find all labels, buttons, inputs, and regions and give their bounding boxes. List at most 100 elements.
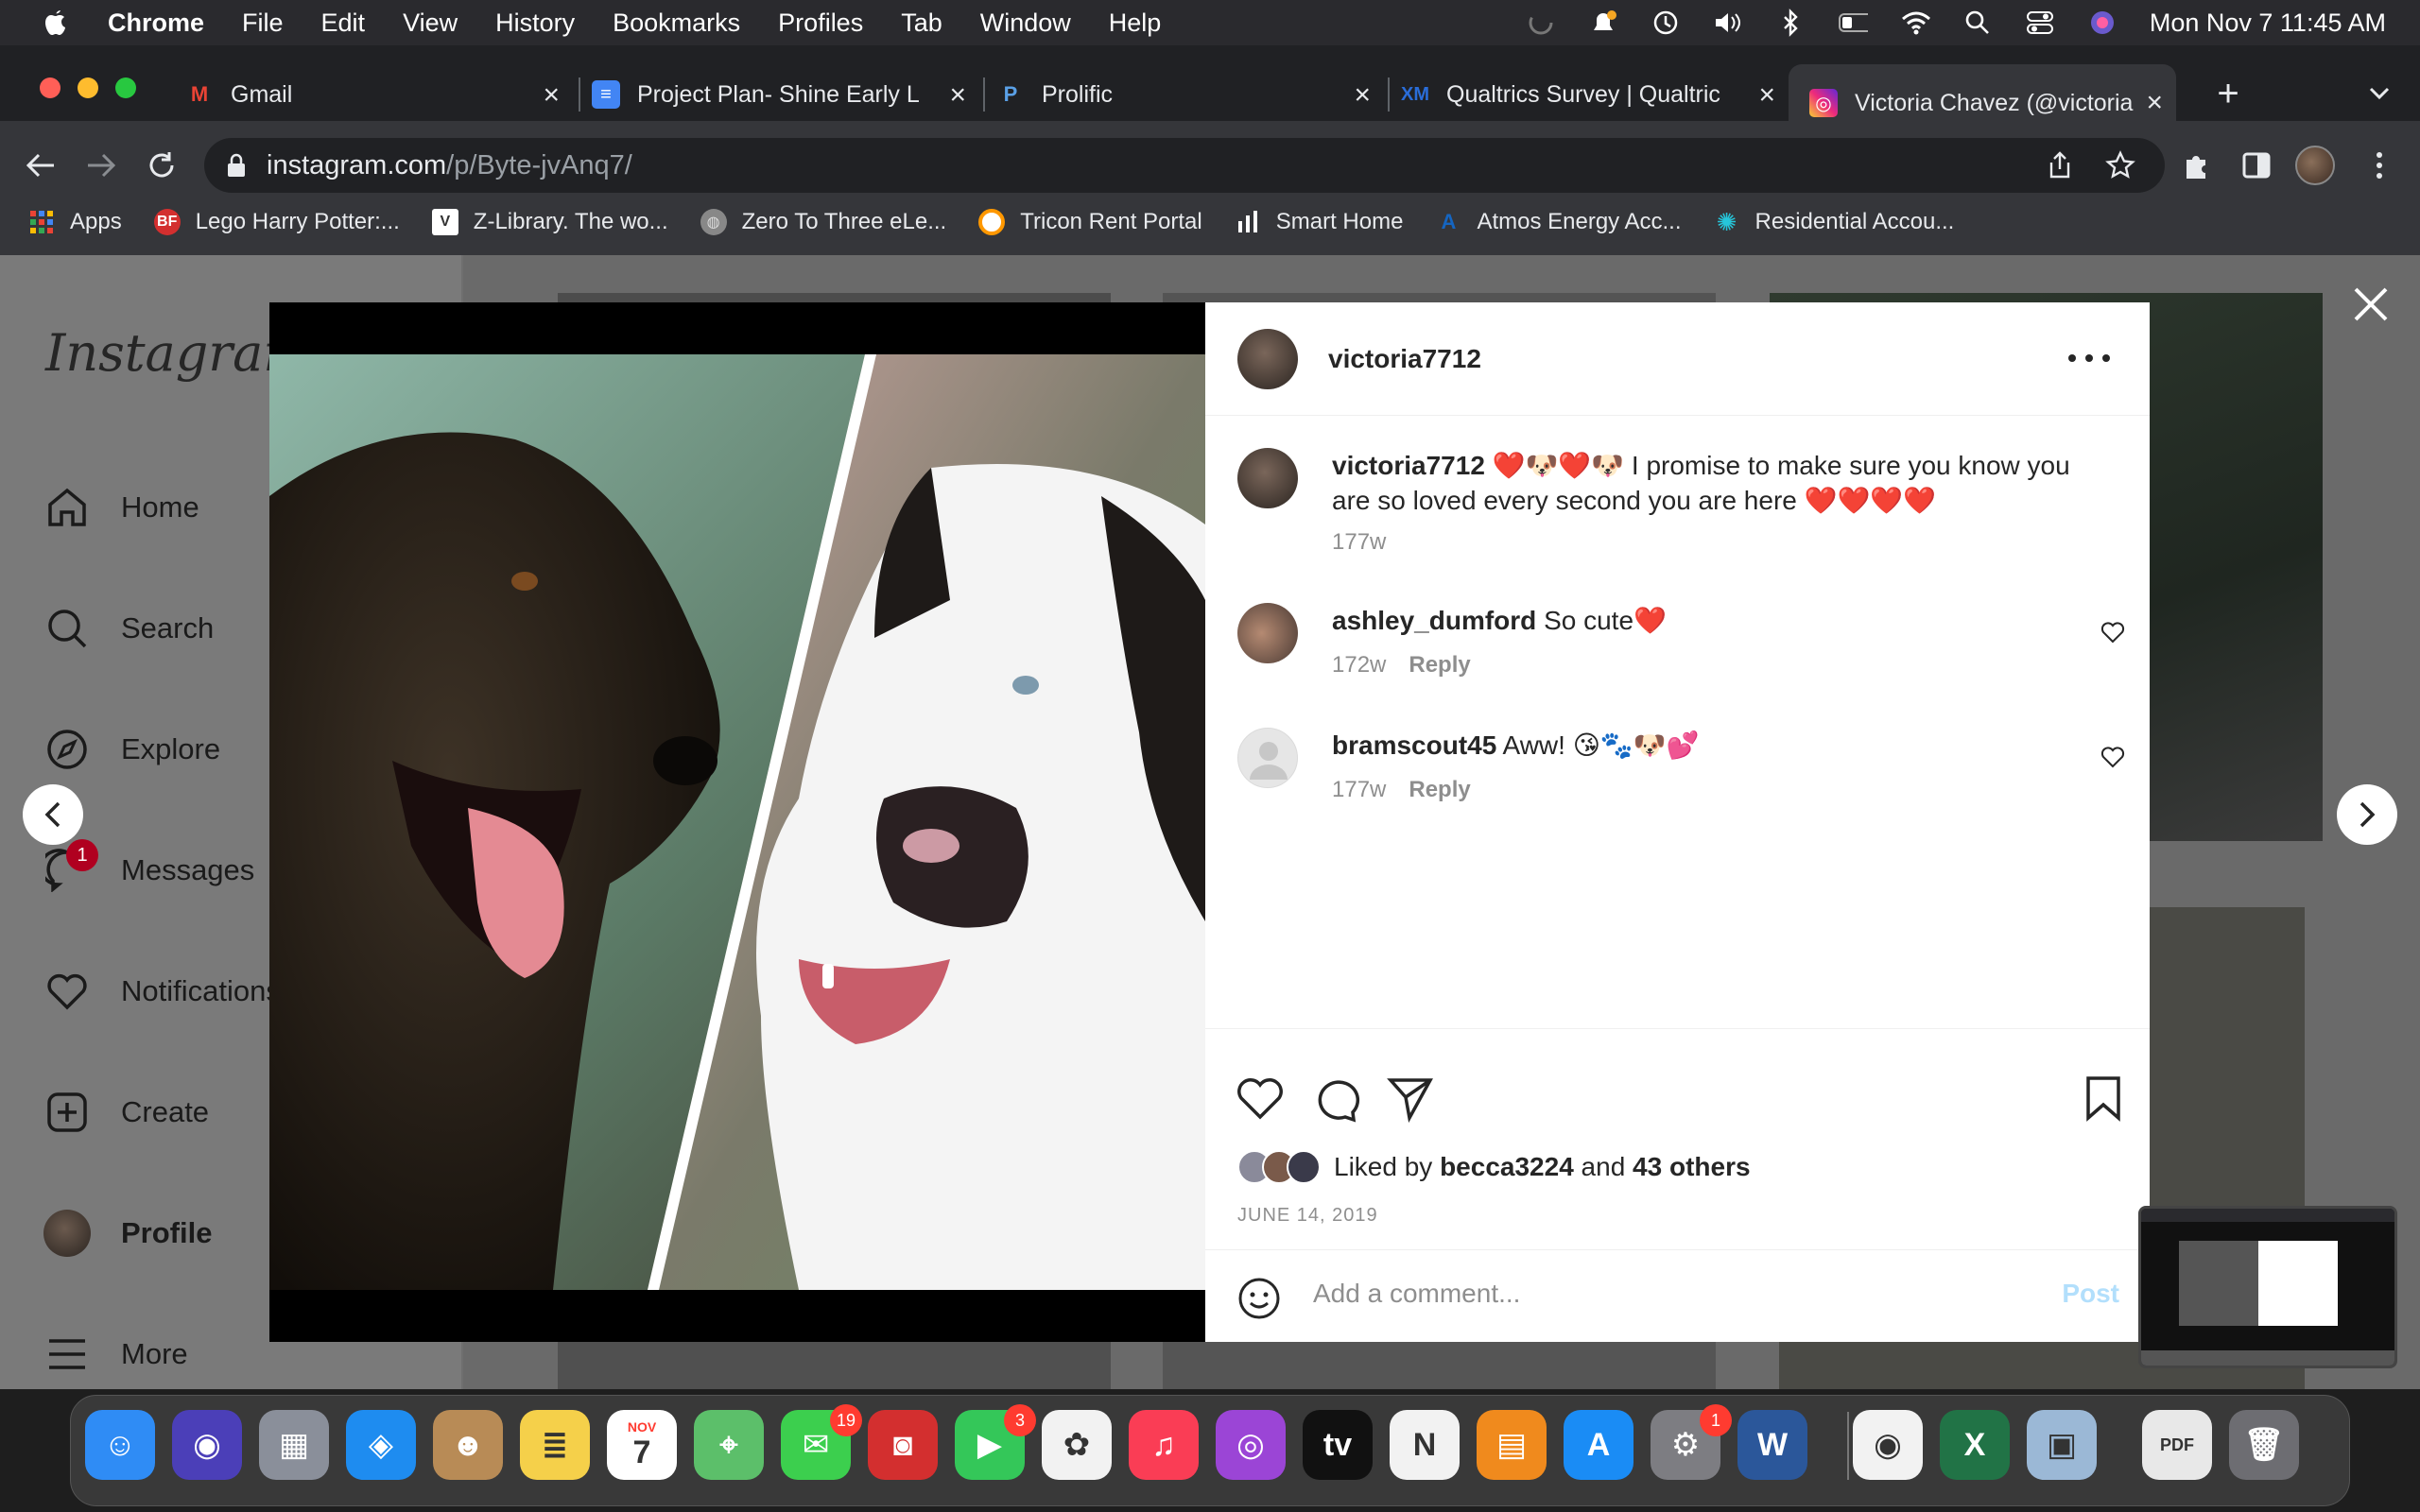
comment-age[interactable]: 177w — [1332, 777, 1386, 803]
dock-trash-icon[interactable]: 🗑 — [2229, 1410, 2299, 1480]
dock-preview-icon[interactable]: ▣ — [2027, 1410, 2097, 1480]
side-panel-icon[interactable] — [2235, 144, 2278, 187]
comment-age[interactable]: 172w — [1332, 652, 1386, 679]
next-post-arrow-icon[interactable] — [2337, 784, 2397, 845]
lock-icon[interactable] — [225, 152, 248, 179]
back-arrow-icon[interactable] — [19, 144, 62, 187]
like-comment-heart-icon[interactable] — [2100, 745, 2125, 769]
dock-maps-icon[interactable]: ⌖ — [694, 1410, 764, 1480]
address-bar[interactable]: instagram.com/p/Byte-jvAnq7/ — [204, 138, 2165, 193]
bookmark-star-icon[interactable] — [2099, 144, 2142, 187]
menubar-clock[interactable]: Mon Nov 7 11:45 AM — [2150, 9, 2386, 38]
focus-spinner-icon[interactable] — [1526, 10, 1556, 35]
apple-menu-icon[interactable] — [40, 7, 72, 39]
dock-apple-tv-icon[interactable]: tv — [1303, 1410, 1373, 1480]
dock-music-icon[interactable]: ♫ — [1129, 1410, 1199, 1480]
profile-avatar[interactable] — [2293, 144, 2337, 187]
bookmark-residential-account[interactable]: ✺ Residential Accou... — [1714, 208, 1955, 236]
bookmark-tricon[interactable]: Tricon Rent Portal — [978, 209, 1202, 235]
close-modal-icon[interactable] — [2350, 284, 2392, 325]
liker-avatars[interactable] — [1237, 1150, 1321, 1184]
tab-search-chevron-icon[interactable] — [2358, 72, 2401, 115]
like-comment-heart-icon[interactable] — [2100, 620, 2125, 644]
comment-username[interactable]: bramscout45 — [1332, 730, 1496, 760]
dock-pdf-document-icon[interactable]: PDF — [2142, 1410, 2212, 1480]
menu-edit[interactable]: Edit — [321, 9, 366, 38]
new-tab-button[interactable]: + — [2206, 72, 2250, 115]
dock-app-store-icon[interactable]: A — [1564, 1410, 1634, 1480]
emoji-smiley-icon[interactable] — [1237, 1277, 1281, 1320]
menu-bookmarks[interactable]: Bookmarks — [613, 9, 740, 38]
tab-qualtrics[interactable]: XM Qualtrics Survey | Qualtric × — [1401, 70, 1789, 119]
dock-word-icon[interactable]: W — [1737, 1410, 1807, 1480]
caption-age[interactable]: 177w — [1332, 529, 1386, 556]
extensions-puzzle-icon[interactable] — [2174, 144, 2218, 187]
dock-notes-icon[interactable]: ≣ — [520, 1410, 590, 1480]
nav-search[interactable]: Search — [43, 605, 214, 652]
nav-notifications[interactable]: Notifications — [43, 968, 281, 1015]
post-media[interactable] — [269, 302, 1205, 1342]
liked-by-user[interactable]: becca3224 — [1440, 1152, 1574, 1182]
dock-finder-icon[interactable]: ☺ — [85, 1410, 155, 1480]
window-zoom-button[interactable] — [115, 77, 136, 98]
control-center-icon[interactable] — [2025, 10, 2055, 35]
reply-button[interactable]: Reply — [1409, 777, 1470, 803]
dock-siri-icon[interactable]: ◉ — [172, 1410, 242, 1480]
bluetooth-icon[interactable] — [1775, 9, 1806, 37]
tab-close-icon[interactable]: × — [2146, 87, 2163, 119]
bookmark-z-library[interactable]: V Z-Library. The wo... — [431, 209, 668, 235]
grid-post-thumbnail[interactable] — [1163, 1342, 1716, 1389]
volume-icon[interactable] — [1713, 10, 1743, 35]
previous-post-arrow-icon[interactable] — [23, 784, 83, 845]
menu-view[interactable]: View — [403, 9, 458, 38]
dock-calendar-icon[interactable]: NOV 7 — [607, 1410, 677, 1480]
reload-icon[interactable] — [140, 144, 183, 187]
nav-explore[interactable]: Explore — [43, 726, 220, 773]
comment-username[interactable]: ashley_dumford — [1332, 606, 1536, 635]
tab-prolific[interactable]: P Prolific × — [996, 70, 1384, 119]
notification-center-icon[interactable] — [1588, 10, 1618, 35]
commenter-avatar[interactable] — [1237, 603, 1298, 663]
commenter-avatar-default[interactable] — [1237, 728, 1298, 788]
dock-safari-icon[interactable]: ◈ — [346, 1410, 416, 1480]
dock-chrome-icon[interactable]: ◉ — [1853, 1410, 1923, 1480]
tab-close-icon[interactable]: × — [1758, 79, 1775, 112]
caption-author-avatar[interactable] — [1237, 448, 1298, 508]
liked-by-others[interactable]: 43 others — [1633, 1152, 1751, 1182]
grid-post-thumbnail[interactable] — [558, 1342, 1111, 1389]
window-minimize-button[interactable] — [78, 77, 98, 98]
tab-gmail[interactable]: M Gmail × — [185, 70, 573, 119]
bookmark-atmos-energy[interactable]: A Atmos Energy Acc... — [1435, 209, 1681, 235]
bookmark-apps[interactable]: Apps — [28, 209, 122, 235]
forward-arrow-icon[interactable] — [79, 144, 123, 187]
menu-profiles[interactable]: Profiles — [778, 9, 863, 38]
dock-podcasts-icon[interactable]: ◎ — [1216, 1410, 1286, 1480]
screenshot-thumbnail[interactable] — [2138, 1206, 2397, 1368]
battery-icon[interactable] — [1838, 10, 1868, 35]
chrome-menu-icon[interactable] — [2358, 144, 2401, 187]
like-heart-icon[interactable] — [1236, 1074, 1285, 1124]
dock-news-icon[interactable]: N — [1390, 1410, 1460, 1480]
nav-home[interactable]: Home — [43, 484, 199, 531]
time-machine-icon[interactable] — [1651, 10, 1681, 35]
author-avatar[interactable] — [1237, 329, 1298, 389]
menu-file[interactable]: File — [242, 9, 284, 38]
window-close-button[interactable] — [40, 77, 60, 98]
share-send-icon[interactable] — [1387, 1074, 1436, 1124]
share-icon[interactable] — [2038, 144, 2082, 187]
post-comment-button[interactable]: Post — [2062, 1279, 2119, 1309]
tab-close-icon[interactable]: × — [949, 79, 966, 112]
dock-excel-icon[interactable]: X — [1940, 1410, 2010, 1480]
tab-project-plan[interactable]: ≡ Project Plan- Shine Early L × — [592, 70, 979, 119]
bookmark-lego-harry-potter[interactable]: BF Lego Harry Potter:... — [153, 209, 400, 235]
dock-contacts-icon[interactable]: ☻ — [433, 1410, 503, 1480]
spotlight-search-icon[interactable] — [1962, 10, 1993, 35]
wifi-icon[interactable] — [1900, 10, 1930, 35]
comment-input[interactable]: Add a comment... — [1313, 1279, 1520, 1309]
menu-tab[interactable]: Tab — [901, 9, 942, 38]
bookmark-zero-to-three[interactable]: ◍ Zero To Three eLe... — [700, 209, 946, 235]
tab-close-icon[interactable]: × — [543, 79, 560, 112]
caption-author[interactable]: victoria7712 — [1332, 451, 1485, 480]
comment-bubble-icon[interactable] — [1311, 1074, 1360, 1124]
post-date[interactable]: JUNE 14, 2019 — [1237, 1205, 1378, 1227]
